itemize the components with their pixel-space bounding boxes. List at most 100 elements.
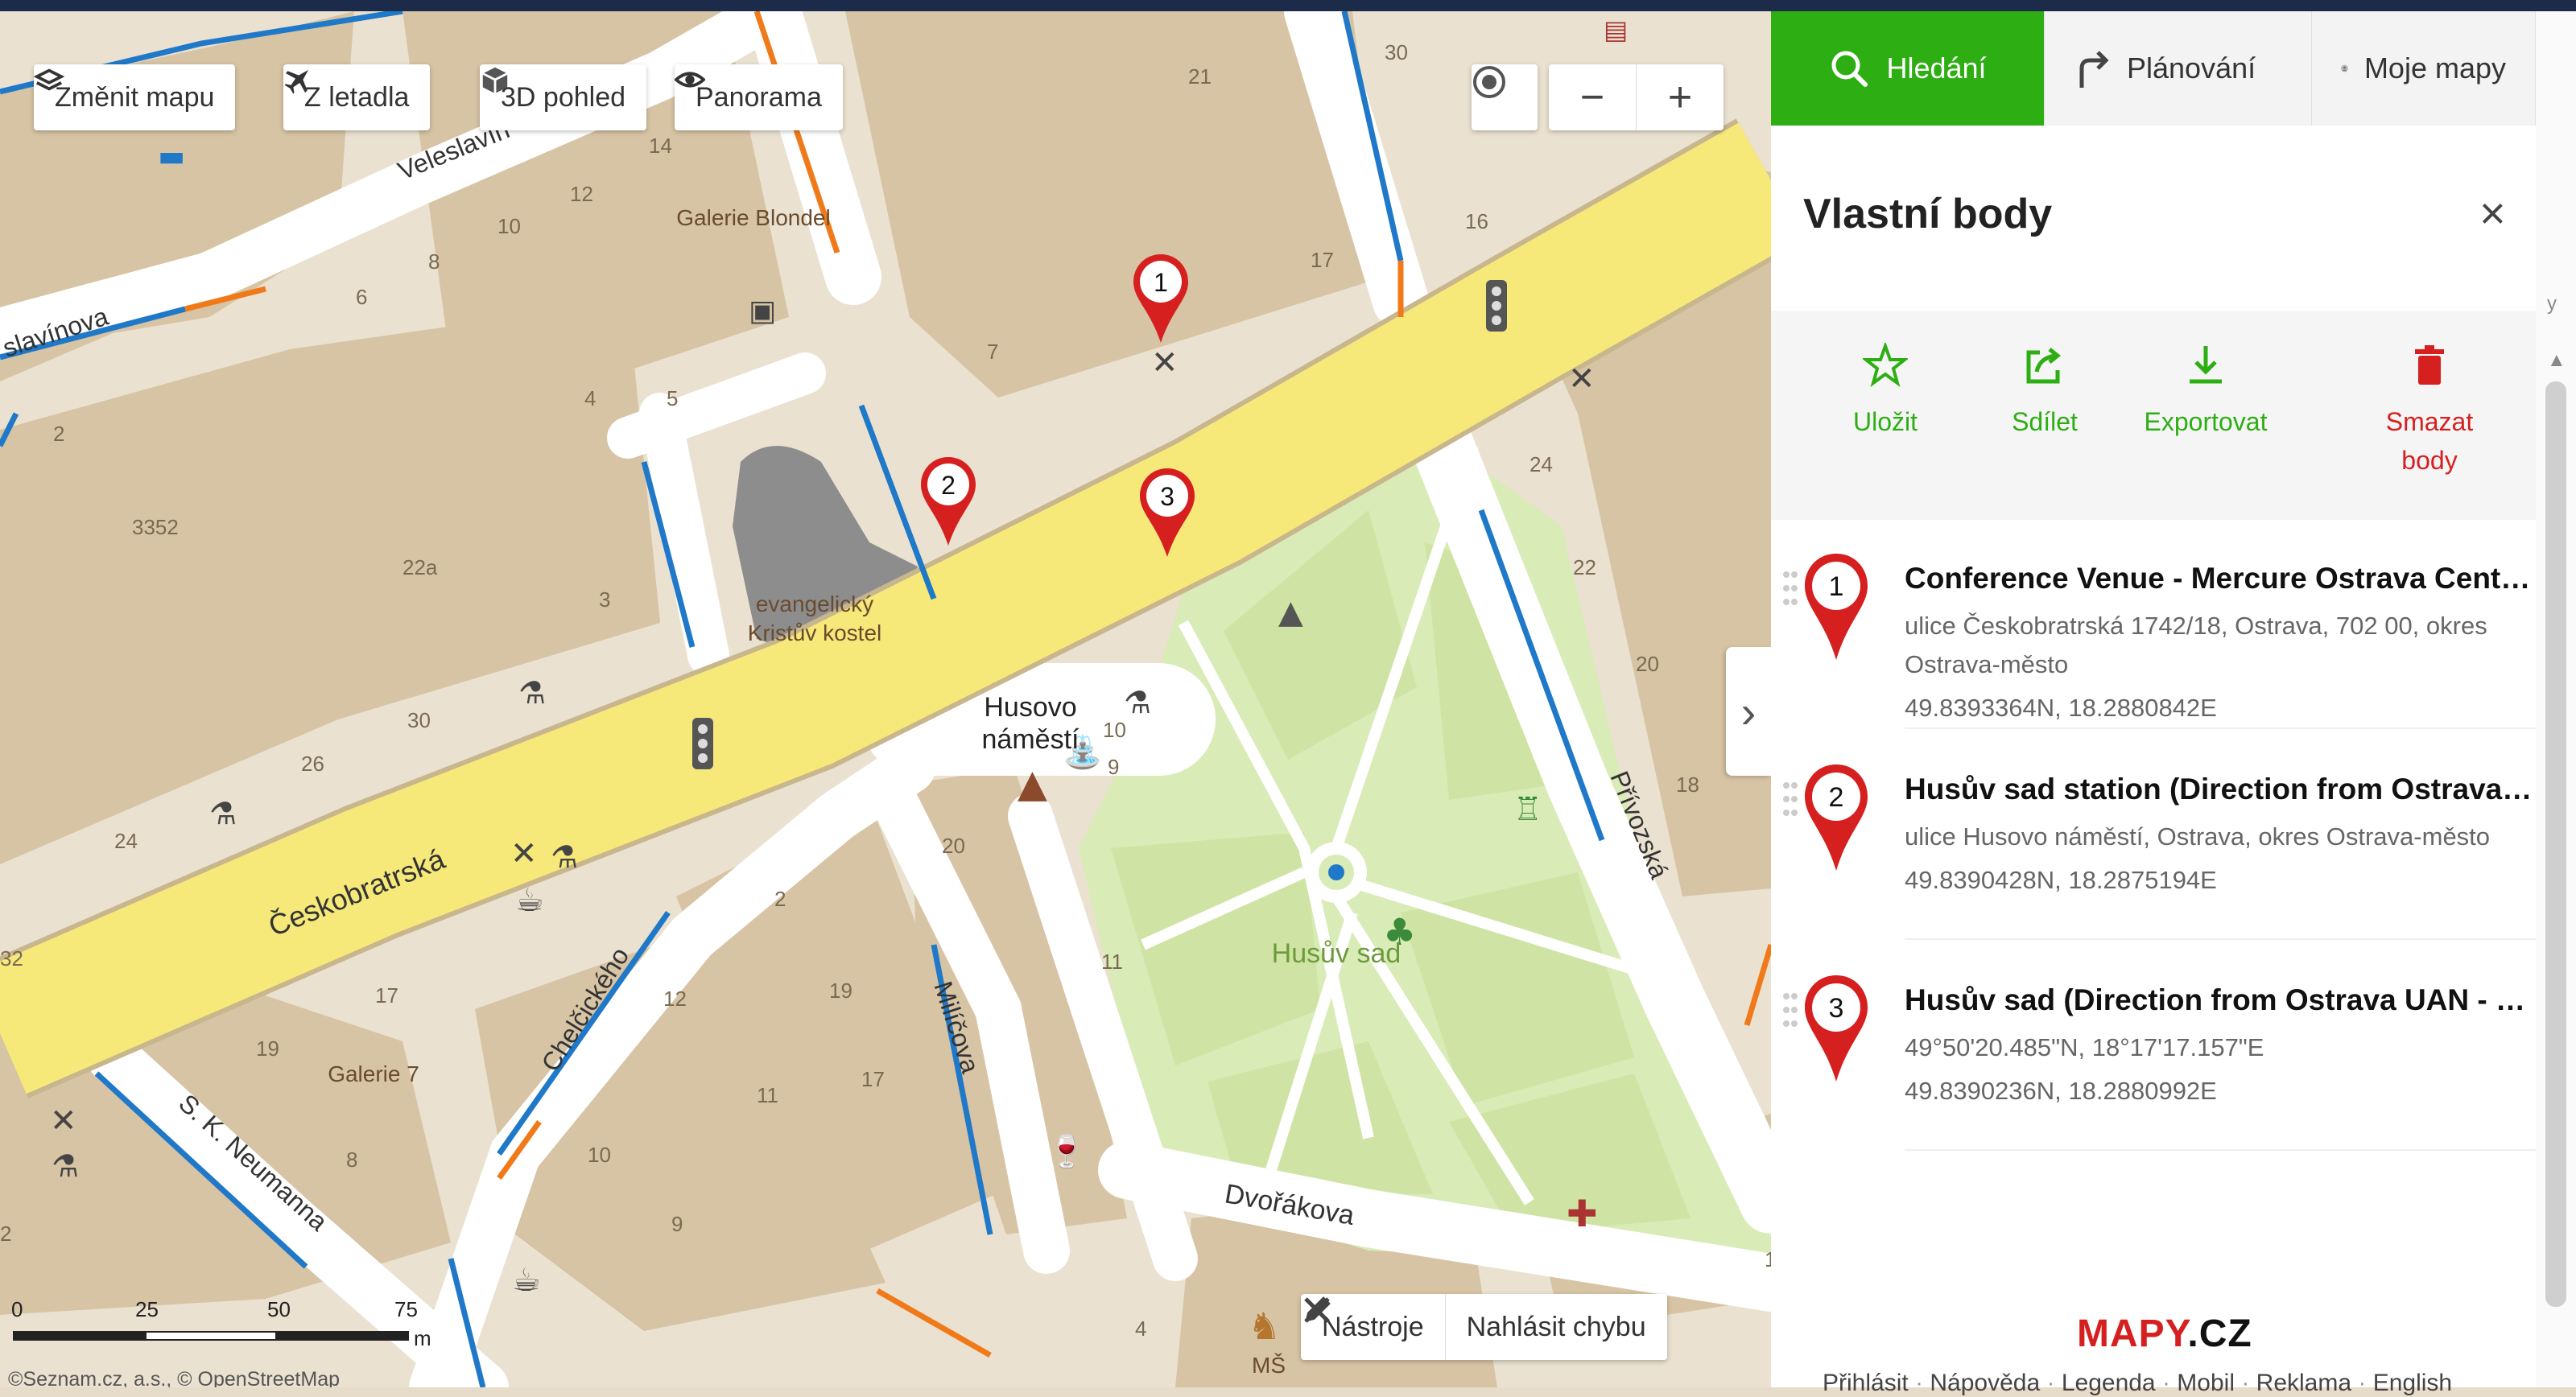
house-number: 22a	[402, 555, 438, 579]
house-number: 3352	[132, 515, 179, 539]
square-label: Husovo	[984, 692, 1076, 723]
change-map-button[interactable]: Změnit mapu	[34, 64, 236, 130]
drag-handle-icon[interactable]	[1782, 990, 1798, 1030]
svg-text:▤: ▤	[1604, 14, 1628, 45]
church-label: evangelický	[756, 591, 873, 616]
footer-link-mobile[interactable]: Mobil	[2162, 1370, 2235, 1396]
map-copyright[interactable]: ©Seznam.cz, a.s., © OpenStreetMap	[8, 1368, 340, 1387]
marker-number: 3	[1160, 482, 1174, 511]
house-number: 12	[1765, 1247, 1771, 1271]
svg-text:✕: ✕	[1151, 344, 1179, 381]
panel-title: Vlastní body	[1803, 191, 2053, 237]
logo-text: MAPY	[2077, 1313, 2188, 1355]
footer-link-ads[interactable]: Reklama	[2241, 1370, 2351, 1396]
share-label: Sdílet	[2012, 407, 2078, 436]
pin-icon: 3	[1805, 975, 1868, 1082]
delete-label-line2: body	[2401, 446, 2458, 475]
drag-handle-icon[interactable]	[1782, 779, 1798, 819]
view3d-label: 3D pohled	[501, 81, 626, 113]
share-button[interactable]: Sdílet	[1964, 311, 2125, 441]
point-title: Husův sad (Direction from Ostrava UAN - …	[1905, 983, 2533, 1016]
church-label: Kristův kostel	[748, 620, 882, 645]
house-number: 12	[663, 987, 687, 1011]
point-details: 49°50'20.485"N, 18°17'17.157"E 49.839023…	[1905, 1028, 2516, 1111]
location-icon	[1473, 66, 1505, 98]
aerial-label: Z letadla	[304, 81, 410, 113]
house-number: 3	[599, 587, 610, 612]
svg-text:▲: ▲	[1278, 594, 1303, 631]
tab-search-label: Hledání	[1886, 52, 1987, 84]
point-item[interactable]: 1 Conference Venue - Mercure Ostrava Cen…	[1771, 518, 2536, 729]
page-scrollbar[interactable]: y ▲	[2536, 11, 2576, 1387]
house-number: 24	[114, 829, 138, 853]
mapy-logo[interactable]: MAPY.CZ	[2077, 1312, 2252, 1356]
eye-icon	[675, 72, 705, 88]
map-svg[interactable]: ✕ ✕ ✕ ✕ ☕ ☕ 🍷 ▲ ♖ ♣ ✚ ♞ ⛲ ▲ ▣ ▬ ⚗ ⚗ ⚗ ⚗ …	[0, 11, 1771, 1387]
house-number: 9	[671, 1212, 683, 1236]
point-item[interactable]: 3 Husův sad (Direction from Ostrava UAN …	[1771, 940, 2536, 1151]
divider	[1905, 1149, 2536, 1151]
map-canvas[interactable]: ✕ ✕ ✕ ✕ ☕ ☕ 🍷 ▲ ♖ ♣ ✚ ♞ ⛲ ▲ ▣ ▬ ⚗ ⚗ ⚗ ⚗ …	[0, 11, 1771, 1387]
point-title: Husův sad station (Direction from Ostrav…	[1905, 773, 2533, 806]
export-button[interactable]: Exportovat	[2125, 311, 2286, 441]
close-icon[interactable]: ×	[2479, 187, 2506, 239]
footer-link-help[interactable]: Nápověda	[1915, 1370, 2040, 1396]
school-label: MŠ	[1252, 1353, 1286, 1378]
tab-search[interactable]: Hledání	[1771, 11, 2045, 126]
side-hint-text: y	[2547, 293, 2557, 315]
tab-planning-label: Plánování	[2127, 52, 2256, 84]
panel-tabs: Hledání Plánování Moje mapy	[1771, 11, 2536, 126]
svg-text:▣: ▣	[749, 295, 776, 328]
panorama-label: Panorama	[696, 81, 822, 113]
star-icon	[1863, 343, 1908, 388]
my-location-button[interactable]	[1472, 64, 1538, 130]
house-number: 10	[497, 214, 521, 238]
svg-text:⚗: ⚗	[1124, 685, 1151, 720]
change-map-label: Změnit mapu	[55, 81, 215, 113]
point-coordinates-dms: 49°50'20.485"N, 18°17'17.157"E	[1905, 1033, 2264, 1061]
footer-link-login[interactable]: Přihlásit	[1823, 1370, 1909, 1396]
drag-handle-icon[interactable]	[1782, 568, 1798, 608]
zoom-in-button[interactable]: +	[1636, 64, 1724, 130]
chevron-right-icon: ›	[1740, 686, 1757, 737]
report-error-button[interactable]: Nahlásit chybu	[1305, 1294, 1667, 1360]
pin-number: 1	[1829, 571, 1844, 602]
svg-text:✕: ✕	[510, 835, 538, 872]
scale-tick: 25	[135, 1297, 159, 1321]
house-number: 20	[1636, 652, 1659, 676]
footer-links: Přihlásit Nápověda Legenda Mobil Reklama…	[1823, 1370, 2452, 1397]
tab-my-maps[interactable]: Moje mapy	[2312, 11, 2536, 126]
panel-collapse-handle[interactable]: ›	[1726, 647, 1771, 776]
scroll-up-icon[interactable]: ▲	[2547, 349, 2566, 372]
delete-points-button[interactable]: Smazat body	[2349, 311, 2510, 480]
cube-icon	[482, 67, 508, 94]
house-number: 9	[1108, 755, 1119, 779]
view3d-button[interactable]: 3D pohled	[480, 64, 647, 130]
pin-icon: 1	[1805, 554, 1868, 660]
house-number: 8	[346, 1148, 357, 1172]
scale-bar-segment	[13, 1331, 145, 1341]
footer-link-legend[interactable]: Legenda	[2047, 1370, 2156, 1396]
house-number: 7	[987, 340, 998, 364]
scrollbar-thumb[interactable]	[2545, 381, 2566, 1307]
svg-text:🍷: 🍷	[1046, 1132, 1087, 1170]
panorama-button[interactable]: Panorama	[675, 64, 843, 130]
map-scale: 0 25 50 75 m	[11, 1297, 431, 1350]
avatar-icon	[2341, 64, 2348, 72]
svg-text:✕: ✕	[50, 1102, 77, 1139]
footer-link-english[interactable]: English	[2358, 1370, 2452, 1396]
point-item[interactable]: 2 Husův sad station (Direction from Ostr…	[1771, 729, 2536, 940]
point-title: Conference Venue - Mercure Ostrava Cente…	[1905, 562, 2533, 595]
point-coordinates: 49.8390428N, 18.2875194E	[1905, 866, 2217, 894]
point-address: ulice Českobratrská 1742/18, Ostrava, 70…	[1905, 612, 2487, 678]
aerial-button[interactable]: Z letadla	[283, 64, 431, 130]
house-number: 17	[375, 983, 398, 1008]
house-number: 17	[861, 1067, 885, 1091]
zoom-out-button[interactable]: −	[1549, 64, 1636, 130]
plane-icon	[284, 69, 309, 94]
share-icon	[2026, 348, 2062, 384]
save-button[interactable]: Uložit	[1805, 311, 1966, 441]
svg-text:♖: ♖	[1513, 791, 1542, 828]
tab-planning[interactable]: Plánování	[2045, 11, 2312, 126]
scale-tick: 0	[11, 1297, 23, 1321]
